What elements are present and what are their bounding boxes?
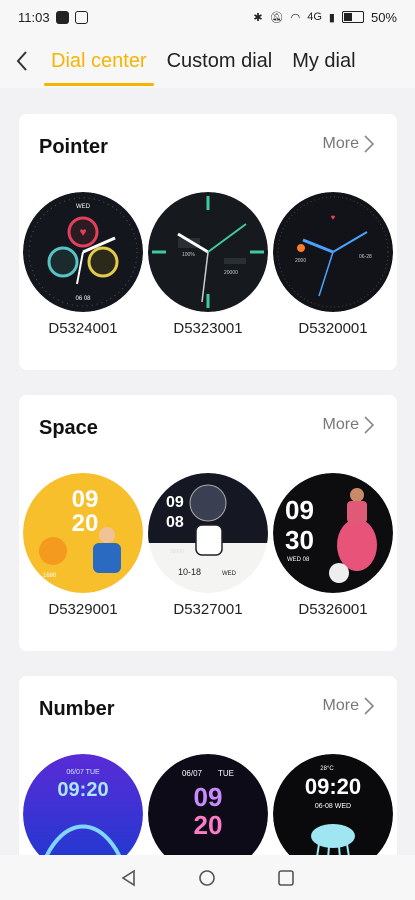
mute-icon: 🔕︎ (269, 11, 284, 24)
section-number: Number More 06/07 TUE 09:20 06/07 TUE 09… (19, 676, 397, 855)
more-link[interactable]: More (323, 415, 375, 435)
dial-thumbnail[interactable]: ♥ WED 06 08 (23, 192, 143, 312)
chevron-right-icon (364, 135, 375, 153)
svg-text:06 08: 06 08 (75, 296, 91, 302)
svg-text:08: 08 (166, 514, 184, 531)
svg-text:09: 09 (72, 486, 99, 513)
top-nav: Dial center Custom dial My dial (0, 34, 415, 88)
svg-text:09:20: 09:20 (57, 779, 108, 801)
svg-text:20000: 20000 (224, 270, 238, 276)
svg-text:1680: 1680 (43, 573, 57, 579)
section-title: Space (39, 417, 98, 439)
back-button[interactable] (0, 34, 44, 88)
svg-text:TUE: TUE (218, 769, 234, 778)
more-label: More (322, 697, 359, 714)
section-space: Space More 09 20 1680 D5329001 09 08 10-… (19, 395, 397, 651)
more-label: More (322, 416, 359, 433)
svg-text:♥: ♥ (331, 213, 336, 222)
section-pointer: Pointer More ♥ WED 06 08 D5324001 100% 2… (19, 114, 397, 370)
svg-text:WED 08: WED 08 (287, 557, 310, 563)
dial-list[interactable]: Pointer More ♥ WED 06 08 D5324001 100% 2… (0, 88, 415, 855)
chevron-right-icon (364, 697, 375, 715)
system-nav-bar (0, 855, 415, 900)
svg-text:20: 20 (194, 810, 223, 840)
bluetooth-icon: ✱ (253, 11, 263, 24)
dial-id: D5323001 (173, 320, 243, 337)
status-time: 11:03 (18, 9, 50, 25)
dial-thumbnail[interactable]: 100% 20000 (148, 192, 268, 312)
recents-square-icon[interactable] (277, 869, 295, 887)
svg-text:WED: WED (76, 204, 91, 210)
dial-thumbnail[interactable]: 09 20 1680 (23, 473, 143, 593)
svg-text:20: 20 (72, 510, 99, 537)
svg-text:♥: ♥ (79, 225, 86, 239)
more-link[interactable]: More (323, 696, 375, 716)
tab-my-dial[interactable]: My dial (285, 34, 362, 88)
notification-icon (74, 10, 88, 24)
more-link[interactable]: More (323, 134, 375, 154)
svg-text:09: 09 (194, 782, 223, 812)
svg-text:30: 30 (285, 525, 314, 555)
home-circle-icon[interactable] (198, 869, 216, 887)
dial-id: D5327001 (173, 601, 243, 618)
dial-id: D5320001 (298, 320, 368, 337)
svg-text:28°C: 28°C (320, 766, 334, 772)
section-title: Pointer (39, 136, 108, 158)
svg-text:100%: 100% (182, 252, 195, 258)
tab-dial-center[interactable]: Dial center (44, 34, 154, 88)
x-app-icon (55, 10, 69, 24)
dial-id: D5324001 (48, 320, 118, 337)
dial-thumbnail[interactable]: 09 08 10-18 WED 20000 (148, 473, 268, 593)
svg-text:09:20: 09:20 (305, 774, 361, 799)
svg-text:06-28: 06-28 (359, 254, 372, 260)
chevron-left-icon (16, 51, 27, 71)
svg-text:06/07 TUE: 06/07 TUE (66, 769, 100, 776)
svg-text:06/07: 06/07 (182, 769, 203, 778)
signal-icon: ▮ (328, 11, 335, 24)
svg-text:WED: WED (222, 571, 237, 577)
more-label: More (322, 135, 359, 152)
dial-thumbnail[interactable]: 28°C 09:20 06-08 WED (273, 754, 393, 855)
status-bar: 11:03 ✱ 🔕︎ ◠ 4G ▮ 50% (0, 0, 415, 34)
svg-text:2000: 2000 (295, 258, 306, 264)
battery-percent: 50% (370, 9, 397, 25)
dial-thumbnail[interactable]: 06/07 TUE 09 20 (148, 754, 268, 855)
dial-id: D5326001 (298, 601, 368, 618)
svg-text:09: 09 (285, 495, 314, 525)
svg-text:09: 09 (166, 494, 184, 511)
dial-thumbnail[interactable]: 09 30 WED 08 (273, 473, 393, 593)
svg-text:06-08 WED: 06-08 WED (315, 803, 351, 810)
svg-text:20000: 20000 (170, 549, 184, 555)
chevron-right-icon (364, 416, 375, 434)
back-triangle-icon[interactable] (120, 869, 138, 887)
dial-thumbnail[interactable]: 06/07 TUE 09:20 (23, 754, 143, 855)
dial-thumbnail[interactable]: ♥ 2000 06-28 (273, 192, 393, 312)
tab-custom-dial[interactable]: Custom dial (160, 34, 280, 88)
battery-icon (341, 11, 364, 23)
section-title: Number (39, 698, 115, 720)
dial-id: D5329001 (48, 601, 118, 618)
network-label: 4G (307, 11, 322, 23)
wifi-icon: ◠ (290, 11, 301, 24)
svg-text:10-18: 10-18 (178, 567, 201, 577)
